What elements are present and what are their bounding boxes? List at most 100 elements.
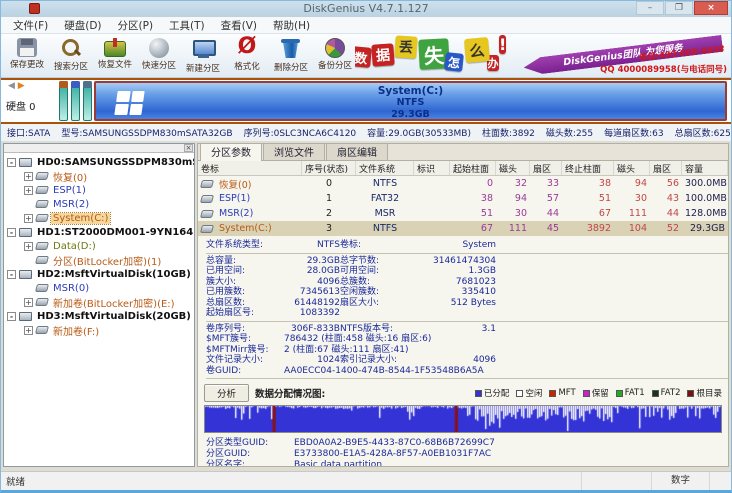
expand-toggle-icon[interactable]: - — [7, 158, 16, 167]
partition-icon — [200, 195, 214, 203]
expand-toggle-icon[interactable]: - — [7, 228, 16, 237]
tree-item[interactable]: 分区(BitLocker加密)(1) — [4, 253, 194, 267]
next-disk-arrow-icon[interactable]: ▶ — [18, 81, 25, 91]
tree-item[interactable]: + ESP(1) — [4, 183, 194, 197]
resize-grip[interactable] — [709, 472, 731, 490]
toolbar-icon — [104, 41, 126, 57]
table-row[interactable]: 恢复(0) 0 NTFS 0 32 33 38 94 56 300.0MB — [198, 176, 728, 191]
menu-item[interactable]: 工具(T) — [161, 17, 213, 34]
menu-item[interactable]: 查看(V) — [213, 17, 265, 34]
detail-label: 扇区大小: — [340, 298, 424, 309]
ad-tile: 怎 — [444, 52, 464, 72]
filesystem-details: 文件系统类型: NTFS 卷标: System 总容量: 29.3GB 总字节数… — [206, 240, 728, 379]
cell-end-sector: 56 — [650, 178, 682, 189]
tree-item[interactable]: - HD0:SAMSUNGSSDPM830mSATA32GB(3 — [4, 155, 194, 169]
toolbar-icon — [17, 38, 37, 57]
detail-label: 空闲簇数: — [340, 287, 424, 298]
cell-seq: 3 — [302, 223, 356, 234]
tree-item[interactable]: - HD3:MsftVirtualDisk(20GB) — [4, 309, 194, 323]
legend-swatch — [652, 390, 659, 397]
expand-toggle-icon[interactable]: + — [24, 186, 33, 195]
tree-item[interactable]: + 新加卷(F:) — [4, 323, 194, 337]
table-row[interactable]: ESP(1) 1 FAT32 38 94 57 51 30 43 100.0MB — [198, 191, 728, 206]
tree-item[interactable]: MSR(2) — [4, 197, 194, 211]
expand-toggle-icon[interactable]: + — [24, 298, 33, 307]
tree-node-icon — [19, 158, 32, 167]
menu-item[interactable]: 硬盘(D) — [56, 17, 109, 34]
allocation-map-label: 数据分配情况图: — [255, 386, 325, 400]
maximize-button[interactable]: ❐ — [665, 1, 693, 15]
cell-start-head: 30 — [496, 208, 530, 219]
toolbar-button[interactable]: 保存更改 — [5, 36, 49, 74]
close-button[interactable]: × — [694, 1, 728, 15]
prev-disk-arrow-icon[interactable]: ◀ — [8, 81, 15, 91]
toolbar-button[interactable]: 快速分区 — [137, 36, 181, 74]
ad-tile: 丢 — [394, 35, 417, 58]
cell-end-head: 104 — [614, 223, 650, 234]
panel-close-icon[interactable]: × — [184, 144, 193, 152]
menu-item[interactable]: 文件(F) — [5, 17, 56, 34]
menu-item[interactable]: 分区(P) — [110, 17, 162, 34]
cell-capacity: 100.0MB — [682, 193, 728, 204]
column-header: 扇区 — [650, 161, 682, 175]
table-row[interactable]: MSR(2) 2 MSR 51 30 44 67 111 44 128.0MB — [198, 206, 728, 221]
menu-item[interactable]: 帮助(H) — [265, 17, 318, 34]
toolbar-button[interactable]: 删除分区 — [269, 36, 313, 74]
guid-row: 分区名字: Basic data partition — [206, 460, 728, 467]
detail-value: System — [424, 240, 496, 251]
toolbar-button[interactable]: 备份分区 — [313, 36, 357, 74]
detail-label: 簇大小: — [206, 277, 284, 288]
tree-item[interactable]: + System(C:) — [4, 211, 194, 225]
expand-toggle-icon[interactable]: - — [7, 312, 16, 321]
analyze-button[interactable]: 分析 — [204, 384, 249, 402]
expand-toggle-icon[interactable]: + — [24, 214, 33, 223]
tree-item-label: HD0:SAMSUNGSSDPM830mSATA32GB(3 — [35, 157, 194, 168]
column-header: 扇区 — [530, 161, 562, 175]
legend-label: FAT1 — [625, 388, 645, 398]
legend-item: FAT2 — [652, 388, 681, 398]
expand-toggle-icon[interactable]: + — [24, 242, 33, 251]
detail-value: 31461474304 — [424, 256, 496, 267]
detail-label: 总扇区数: — [206, 298, 284, 309]
status-num-indicator: 数字 — [651, 472, 709, 490]
cell-start-sector: 33 — [530, 178, 562, 189]
tree-item[interactable]: + Data(D:) — [4, 239, 194, 253]
table-row[interactable]: System(C:) 3 NTFS 67 111 45 3892 104 52 … — [198, 221, 728, 236]
tree-item[interactable]: + 恢复(0) — [4, 169, 194, 183]
expand-toggle-icon[interactable]: + — [24, 172, 33, 181]
toolbar-button[interactable]: 搜索分区 — [49, 36, 93, 74]
detail-label: 索引记录大小: — [340, 355, 424, 366]
partition-sliver-msr[interactable] — [83, 81, 92, 121]
expand-toggle-icon[interactable]: - — [7, 270, 16, 279]
toolbar-button[interactable]: 格式化 — [225, 36, 269, 74]
legend-label: 空闲 — [525, 387, 542, 399]
tree-item[interactable]: - HD2:MsftVirtualDisk(10GB) — [4, 267, 194, 281]
expand-toggle-icon[interactable]: + — [24, 326, 33, 335]
status-text: 就绪 — [1, 474, 581, 488]
menu-bar: 文件(F)硬盘(D)分区(P)工具(T)查看(V)帮助(H) — [1, 17, 731, 34]
legend-swatch — [475, 390, 482, 397]
tree-item[interactable]: + 新加卷(BitLocker加密)(E:) — [4, 295, 194, 309]
toolbar-button[interactable]: 新建分区 — [181, 36, 225, 74]
tree-item[interactable]: MSR(0) — [4, 281, 194, 295]
detail-value: AA0ECC04-1400-474B-8544-1F53548B6A5A — [284, 366, 496, 377]
ad-banner[interactable]: 数据丢失怎么办! DiskGenius团队 为您服务 电话:400-008-99… — [355, 34, 729, 78]
tree-item[interactable]: - HD1:ST2000DM001-9YN164(1863GB) — [4, 225, 194, 239]
partition-bar-system-c[interactable]: System(C:) NTFS 29.3GB — [94, 81, 727, 121]
tree-node-icon — [35, 284, 49, 292]
ad-tile: 据 — [371, 43, 394, 66]
detail-row: $MFT簇号: 786432 (柱面:458 磁头:16 扇区:6) — [206, 334, 728, 345]
toolbar-button-label: 删除分区 — [274, 61, 308, 73]
tab[interactable]: 浏览文件 — [263, 143, 325, 160]
toolbar-button-label: 恢复文件 — [98, 58, 132, 70]
minimize-button[interactable]: – — [636, 1, 664, 15]
detail-row: 卷序列号: 306F-833B NTFS版本号: 3.1 — [206, 324, 728, 335]
tab[interactable]: 分区参数 — [200, 143, 262, 161]
toolbar-button[interactable]: 恢复文件 — [93, 36, 137, 74]
tab[interactable]: 扇区编辑 — [326, 143, 388, 160]
partition-sliver-esp[interactable] — [71, 81, 80, 121]
partition-sliver-recovery[interactable] — [59, 81, 68, 121]
cell-capacity: 128.0MB — [682, 208, 728, 219]
legend-swatch — [583, 390, 590, 397]
tree-item-label: 分区(BitLocker加密)(1) — [51, 253, 163, 267]
